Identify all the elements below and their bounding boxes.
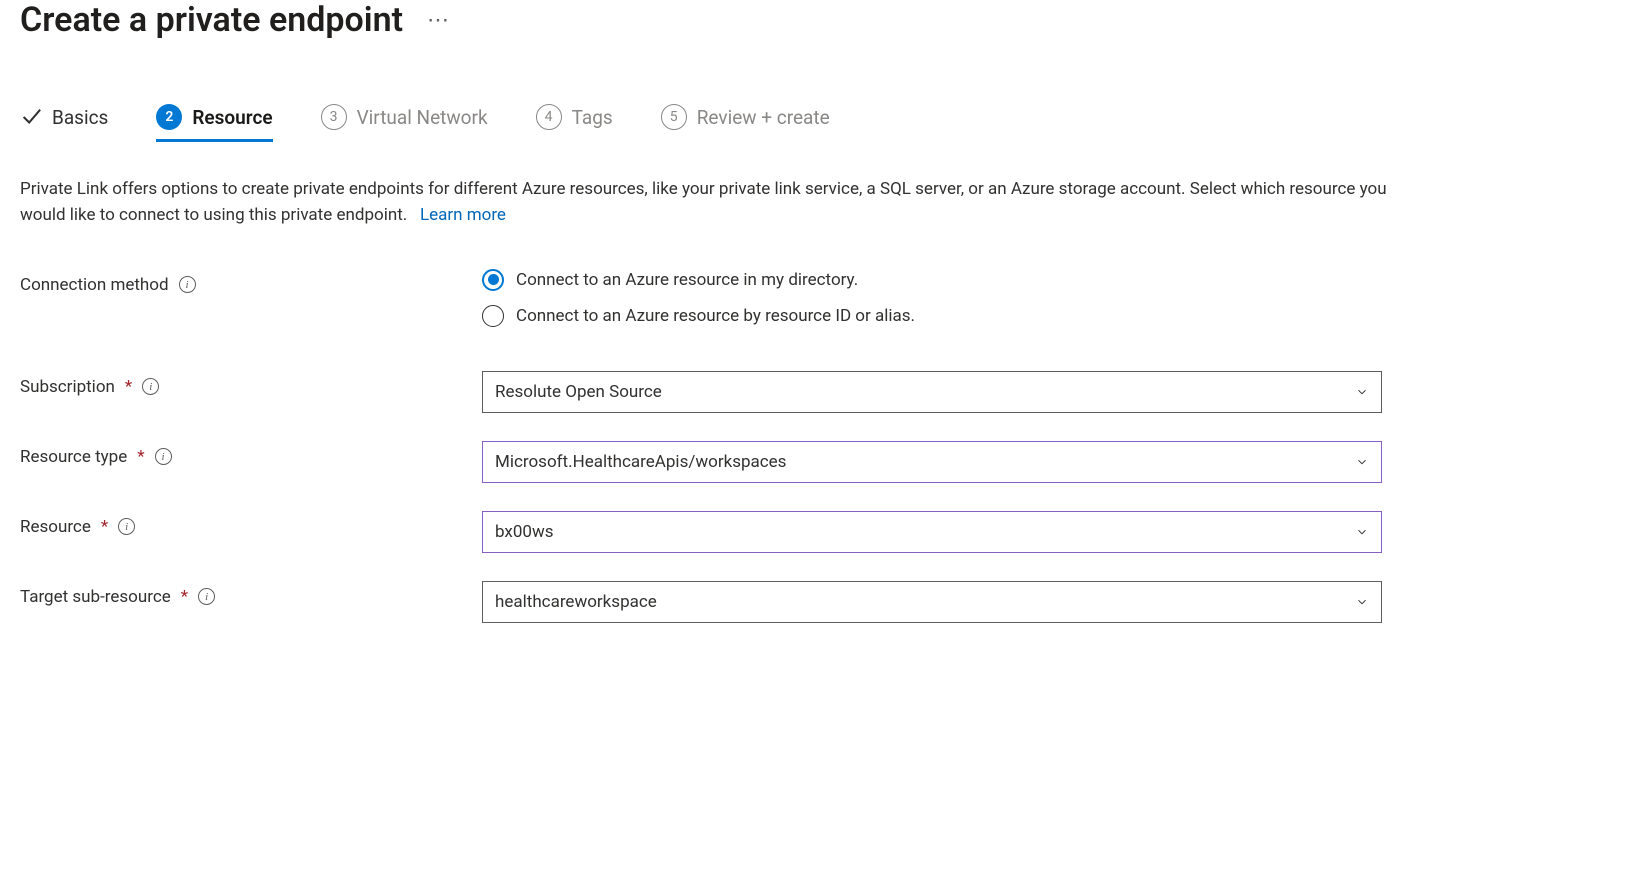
dropdown-value: Resolute Open Source xyxy=(495,382,662,402)
resource-dropdown[interactable]: bx00ws xyxy=(482,511,1382,553)
target-sub-resource-label: Target sub-resource xyxy=(20,587,171,607)
dropdown-value: Microsoft.HealthcareApis/workspaces xyxy=(495,452,786,472)
radio-label: Connect to an Azure resource by resource… xyxy=(516,306,915,326)
required-asterisk: * xyxy=(181,587,188,607)
chevron-down-icon xyxy=(1355,595,1369,609)
tab-tags-label: Tags xyxy=(572,106,613,129)
tab-basics-label: Basics xyxy=(52,106,108,129)
info-icon[interactable]: i xyxy=(142,378,159,395)
step-number-icon: 5 xyxy=(661,104,687,130)
resource-type-dropdown[interactable]: Microsoft.HealthcareApis/workspaces xyxy=(482,441,1382,483)
tab-tags[interactable]: 4 Tags xyxy=(536,104,613,140)
connection-method-radio-group: Connect to an Azure resource in my direc… xyxy=(482,269,1382,327)
step-number-icon: 3 xyxy=(321,104,347,130)
required-asterisk: * xyxy=(125,377,132,397)
tab-vnet-label: Virtual Network xyxy=(357,106,488,129)
radio-selected-icon xyxy=(482,269,504,291)
wizard-tabs: Basics 2 Resource 3 Virtual Network 4 Ta… xyxy=(20,104,1628,140)
info-icon[interactable]: i xyxy=(155,448,172,465)
resource-type-label: Resource type xyxy=(20,447,127,467)
check-icon xyxy=(20,106,42,128)
subscription-label: Subscription xyxy=(20,377,115,397)
learn-more-link[interactable]: Learn more xyxy=(420,205,506,225)
info-icon[interactable]: i xyxy=(198,588,215,605)
tab-virtual-network[interactable]: 3 Virtual Network xyxy=(321,104,488,140)
info-icon[interactable]: i xyxy=(118,518,135,535)
chevron-down-icon xyxy=(1355,525,1369,539)
step-number-icon: 2 xyxy=(156,104,182,130)
dropdown-value: bx00ws xyxy=(495,522,554,542)
tab-resource-label: Resource xyxy=(192,106,272,129)
more-actions-icon[interactable]: ⋯ xyxy=(427,8,450,33)
required-asterisk: * xyxy=(137,447,144,467)
tab-basics[interactable]: Basics xyxy=(20,106,108,139)
dropdown-value: healthcareworkspace xyxy=(495,592,657,612)
page-title: Create a private endpoint xyxy=(20,0,403,40)
tab-resource[interactable]: 2 Resource xyxy=(156,104,272,140)
tab-review-create[interactable]: 5 Review + create xyxy=(661,104,830,140)
target-sub-resource-dropdown[interactable]: healthcareworkspace xyxy=(482,581,1382,623)
subscription-dropdown[interactable]: Resolute Open Source xyxy=(482,371,1382,413)
chevron-down-icon xyxy=(1355,385,1369,399)
info-icon[interactable]: i xyxy=(179,276,196,293)
resource-label: Resource xyxy=(20,517,91,537)
radio-unselected-icon xyxy=(482,305,504,327)
required-asterisk: * xyxy=(101,517,108,537)
step-number-icon: 4 xyxy=(536,104,562,130)
connection-method-label: Connection method xyxy=(20,275,169,295)
description-text: Private Link offers options to create pr… xyxy=(20,179,1387,225)
tab-description: Private Link offers options to create pr… xyxy=(20,176,1400,229)
radio-connect-directory[interactable]: Connect to an Azure resource in my direc… xyxy=(482,269,1382,291)
chevron-down-icon xyxy=(1355,455,1369,469)
radio-connect-resource-id[interactable]: Connect to an Azure resource by resource… xyxy=(482,305,1382,327)
tab-review-label: Review + create xyxy=(697,106,830,129)
radio-label: Connect to an Azure resource in my direc… xyxy=(516,270,858,290)
